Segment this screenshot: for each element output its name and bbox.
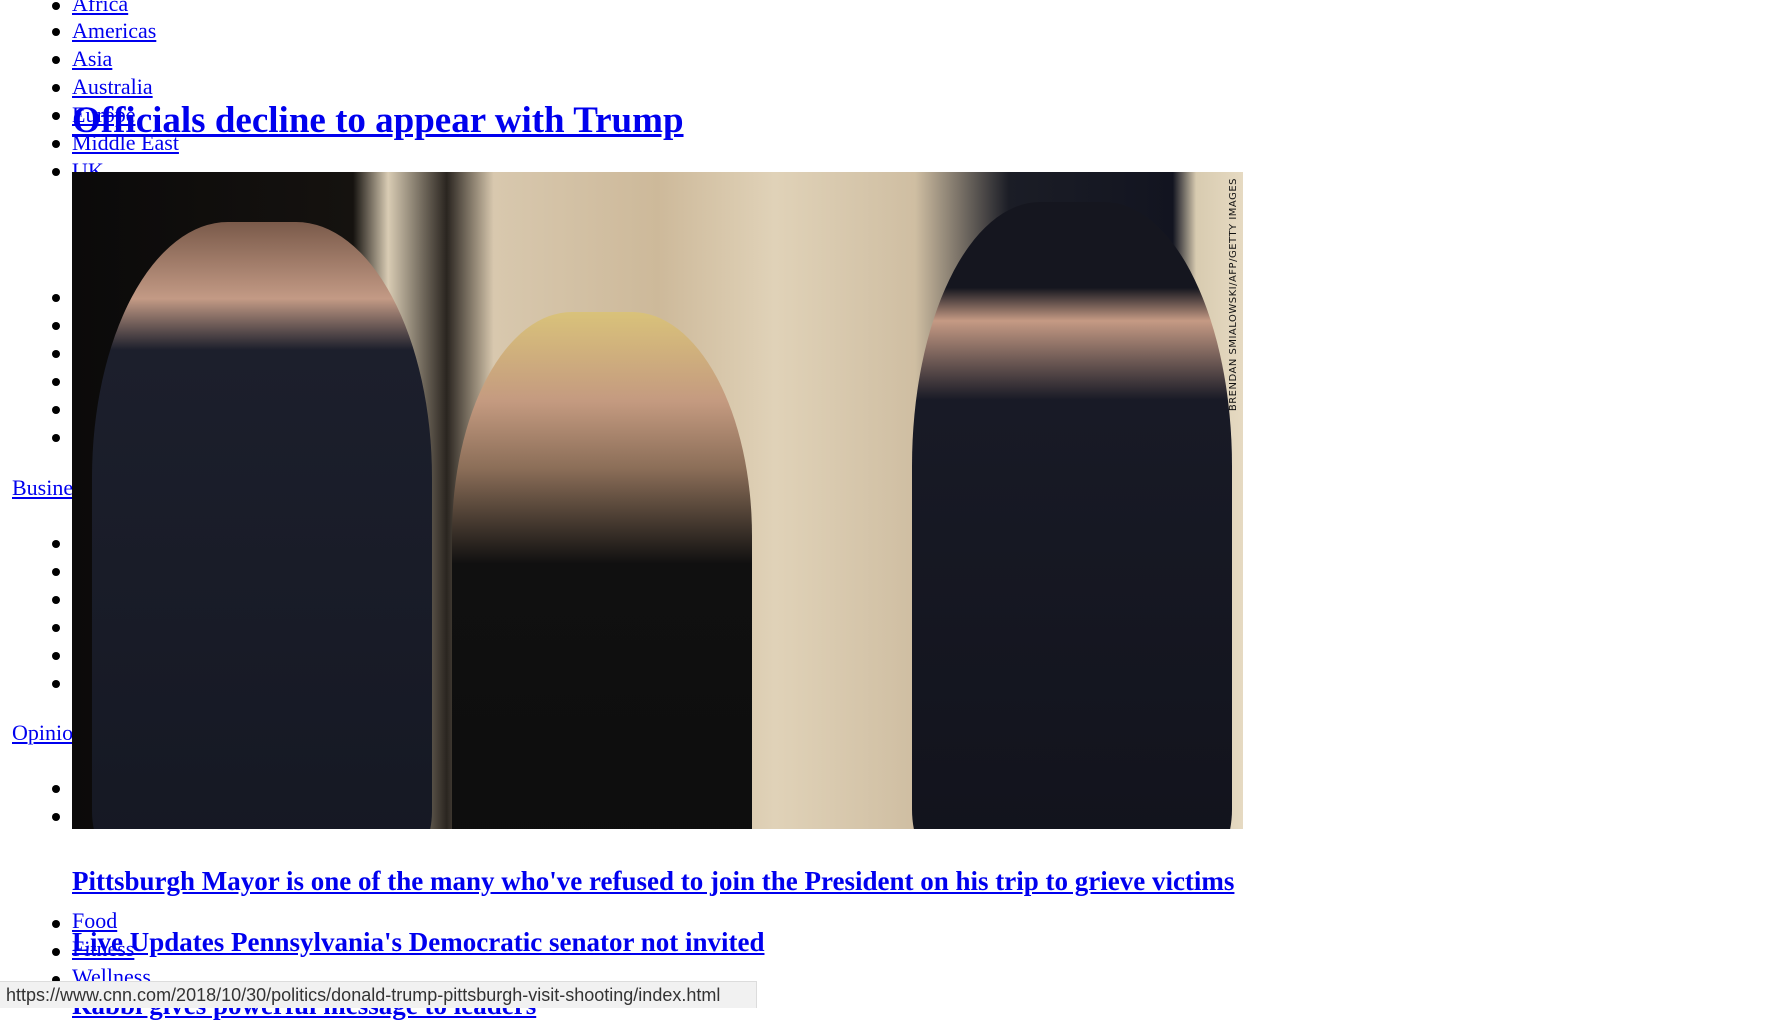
bullet bbox=[52, 112, 60, 120]
bullet bbox=[52, 140, 60, 148]
article-headline[interactable]: Officials decline to appear with Trump bbox=[72, 98, 684, 144]
bullet bbox=[52, 948, 60, 956]
bullet bbox=[52, 540, 60, 548]
bullet bbox=[52, 652, 60, 660]
status-bar-url: https://www.cnn.com/2018/10/30/politics/… bbox=[0, 981, 757, 1008]
bullet bbox=[52, 56, 60, 64]
bullet bbox=[52, 84, 60, 92]
bullet bbox=[52, 785, 60, 793]
bullet bbox=[52, 294, 60, 302]
bullet bbox=[52, 434, 60, 442]
bullet bbox=[52, 168, 60, 176]
photo-figure-woman bbox=[452, 312, 752, 829]
bullet bbox=[52, 596, 60, 604]
bullet bbox=[52, 406, 60, 414]
bullet bbox=[52, 813, 60, 821]
bullet bbox=[52, 2, 60, 10]
bullet bbox=[52, 680, 60, 688]
bullet bbox=[52, 28, 60, 36]
bullet bbox=[52, 920, 60, 928]
nav-link-asia[interactable]: Asia bbox=[72, 45, 112, 73]
bullet bbox=[52, 378, 60, 386]
image-credit: BRENDAN SMIALOWSKI/AFP/GETTY IMAGES bbox=[1228, 178, 1239, 412]
bullet bbox=[52, 322, 60, 330]
article-photo[interactable]: BRENDAN SMIALOWSKI/AFP/GETTY IMAGES bbox=[72, 172, 1243, 829]
bullet bbox=[52, 624, 60, 632]
photo-figure-man bbox=[92, 222, 432, 829]
nav-link-africa[interactable]: Africa bbox=[72, 0, 128, 18]
nav-link-americas[interactable]: Americas bbox=[72, 17, 156, 45]
bullet bbox=[52, 350, 60, 358]
photo-figure-officer bbox=[912, 202, 1232, 829]
photo-caption-link[interactable]: Pittsburgh Mayor is one of the many who'… bbox=[72, 864, 1234, 898]
nav-link-australia[interactable]: Australia bbox=[72, 73, 153, 101]
live-updates-link[interactable]: Live Updates Pennsylvania's Democratic s… bbox=[72, 925, 764, 959]
bullet bbox=[52, 568, 60, 576]
